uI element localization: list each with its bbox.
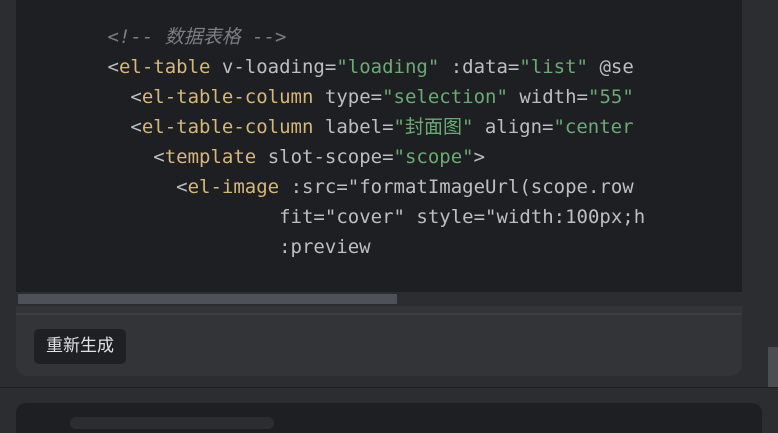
page-scrollbar-thumb[interactable]: [768, 347, 778, 387]
code-line: :preview: [16, 232, 645, 262]
code-line: fit="cover" style="width:100px;h: [16, 202, 645, 232]
section-divider: [0, 387, 778, 388]
code-token: style=: [404, 206, 486, 228]
code-token: el-table-column: [141, 116, 314, 138]
code-token: <: [153, 146, 165, 168]
code-token: "width:100px;h: [485, 206, 646, 228]
code-token: "scope": [393, 146, 474, 168]
code-token: width=: [507, 86, 588, 108]
code-line: <el-table-column label="封面图" align="cent…: [16, 112, 645, 142]
code-token: <: [107, 56, 119, 78]
code-token: "loading": [336, 56, 440, 78]
code-token: "center: [553, 116, 634, 138]
code-token: <: [176, 176, 188, 198]
code-answer-card: <!-- 数据表格 --> <el-table v-loading="loadi…: [16, 0, 742, 376]
code-token: "封面图": [393, 116, 474, 138]
regenerate-button[interactable]: 重新生成: [34, 329, 126, 364]
code-line: <el-image :src="formatImageUrl(scope.row: [16, 172, 645, 202]
code-token: el-table-column: [141, 86, 314, 108]
code-token: slot-scope=: [256, 146, 394, 168]
code-token: "55": [588, 86, 634, 108]
code-token: :data=: [439, 56, 520, 78]
code-token: el-image: [187, 176, 280, 198]
code-token: "list": [519, 56, 588, 78]
code-line: <el-table-column type="selection" width=…: [16, 82, 645, 112]
horizontal-scrollbar-thumb[interactable]: [18, 294, 397, 304]
code-token: fit=: [279, 206, 325, 228]
code-token: <: [130, 116, 142, 138]
code-token: v-loading=: [210, 56, 337, 78]
code-line: <!-- 数据表格 -->: [16, 22, 645, 52]
code-token: type=: [313, 86, 383, 108]
code-token: @se: [588, 56, 634, 78]
code-token: template: [164, 146, 257, 168]
horizontal-scrollbar[interactable]: [16, 292, 742, 306]
card-divider: [16, 313, 742, 315]
code-token: el-table: [118, 56, 211, 78]
code-token: :src=: [279, 176, 348, 198]
code-line: <el-table v-loading="loading" :data="lis…: [16, 52, 645, 82]
code-token: "selection": [382, 86, 508, 108]
code-token: :preview: [279, 236, 371, 258]
code-token: "cover": [324, 206, 405, 228]
code-token: <!-- 数据表格 -->: [107, 26, 287, 48]
code-block: <!-- 数据表格 --> <el-table v-loading="loadi…: [16, 0, 742, 292]
code-token: align=: [473, 116, 554, 138]
next-message-card: [16, 403, 762, 433]
code-line: <template slot-scope="scope">: [16, 142, 645, 172]
code-token: <: [130, 86, 142, 108]
code-lines: <!-- 数据表格 --> <el-table v-loading="loadi…: [16, 22, 646, 262]
code-token: >: [473, 146, 486, 168]
code-token: "formatImageUrl(scope.row: [347, 176, 634, 198]
next-message-placeholder: [70, 417, 274, 429]
code-token: label=: [313, 116, 394, 138]
